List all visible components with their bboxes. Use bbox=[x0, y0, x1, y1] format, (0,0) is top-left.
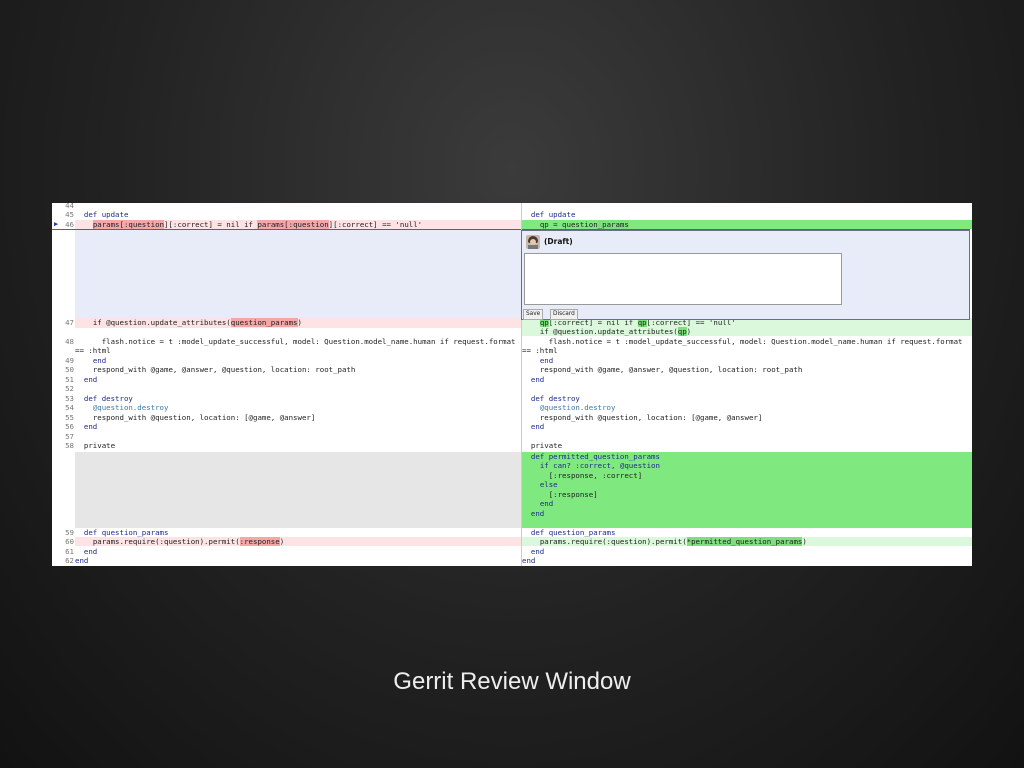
save-button[interactable]: Save bbox=[523, 309, 544, 320]
code-line: end bbox=[530, 375, 545, 384]
code-line: respond_with @question, location: [@game… bbox=[92, 413, 316, 422]
code-line: end bbox=[530, 547, 545, 556]
line-number: 44 bbox=[65, 203, 74, 210]
line-number[interactable]: 61 bbox=[52, 547, 74, 556]
code-line: def update bbox=[530, 210, 576, 219]
code-line: == :html bbox=[75, 346, 111, 355]
code-line: @question.destroy bbox=[92, 403, 169, 412]
line-number[interactable]: 60 bbox=[52, 537, 74, 546]
code-line: flash.notice = t :model_update_successfu… bbox=[548, 337, 963, 346]
line-number[interactable]: 55 bbox=[52, 413, 74, 422]
line-number[interactable]: 50 bbox=[52, 365, 74, 374]
code-line: end bbox=[539, 499, 554, 508]
comment-textarea[interactable] bbox=[524, 253, 842, 305]
empty-filler bbox=[75, 452, 521, 528]
code-line: end bbox=[539, 356, 554, 365]
line-number[interactable]: 51 bbox=[52, 375, 74, 384]
code-line: end bbox=[75, 556, 89, 565]
code-line: private bbox=[530, 441, 563, 450]
code-line: respond_with @game, @answer, @question, … bbox=[539, 365, 803, 374]
draft-status-label: (Draft) bbox=[544, 237, 573, 246]
code-line: if @question.update_attributes(qp) bbox=[539, 327, 692, 336]
code-line: end bbox=[522, 556, 536, 565]
code-line: end bbox=[83, 375, 98, 384]
discard-button[interactable]: Discard bbox=[550, 309, 578, 320]
code-line: respond_with @game, @answer, @question, … bbox=[92, 365, 356, 374]
code-line: if @question.update_attributes(question_… bbox=[92, 318, 302, 327]
code-line: params[:question][:correct] = nil if par… bbox=[92, 220, 423, 229]
line-number[interactable]: 49 bbox=[52, 356, 74, 365]
code-line: end bbox=[530, 422, 545, 431]
line-number[interactable]: 57 bbox=[52, 432, 74, 441]
code-line: def destroy bbox=[83, 394, 133, 403]
avatar bbox=[526, 235, 540, 249]
code-line: def permitted_question_params bbox=[530, 452, 660, 461]
code-line: end bbox=[92, 356, 107, 365]
code-line: [:response] bbox=[548, 490, 598, 499]
code-line: [:response, :correct] bbox=[548, 471, 643, 480]
line-number[interactable]: 48 bbox=[52, 337, 74, 346]
line-number[interactable]: 59 bbox=[52, 528, 74, 537]
code-line: flash.notice = t :model_update_successfu… bbox=[101, 337, 516, 346]
slide-caption: Gerrit Review Window bbox=[393, 668, 631, 695]
comment-row-bg bbox=[75, 230, 521, 318]
code-line: def question_params bbox=[83, 528, 169, 537]
code-line: @question.destroy bbox=[539, 403, 616, 412]
code-line: def destroy bbox=[530, 394, 580, 403]
code-line: end bbox=[83, 547, 98, 556]
side-by-side-diff: 44 45 ▶ 46 47 48 49 50 51 52 53 54 55 56… bbox=[52, 203, 972, 566]
code-line: == :html bbox=[522, 346, 558, 355]
line-number[interactable]: 46 bbox=[52, 220, 74, 229]
code-line: private bbox=[83, 441, 116, 450]
draft-comment-box: (Draft) Save Discard bbox=[521, 230, 970, 320]
code-line: def update bbox=[83, 210, 129, 219]
code-line: end bbox=[530, 509, 545, 518]
line-number[interactable]: 56 bbox=[52, 422, 74, 431]
line-number[interactable]: 54 bbox=[52, 403, 74, 412]
code-line: params.require(:question).permit(*permit… bbox=[539, 537, 807, 546]
code-line: qp = question_params bbox=[539, 220, 629, 229]
line-number[interactable]: 58 bbox=[52, 441, 74, 450]
line-number[interactable]: 53 bbox=[52, 394, 74, 403]
line-number[interactable]: 52 bbox=[52, 384, 74, 393]
line-number: 45 bbox=[65, 210, 74, 219]
code-line: else bbox=[539, 480, 558, 489]
code-line: def question_params bbox=[530, 528, 616, 537]
line-number[interactable]: 62 bbox=[52, 556, 74, 565]
code-line: end bbox=[83, 422, 98, 431]
code-line: respond_with @question, location: [@game… bbox=[539, 413, 763, 422]
code-line: if can? :correct, @question bbox=[539, 461, 660, 470]
line-number[interactable]: 47 bbox=[52, 318, 74, 327]
code-line: params.require(:question).permit(:respon… bbox=[92, 537, 285, 546]
